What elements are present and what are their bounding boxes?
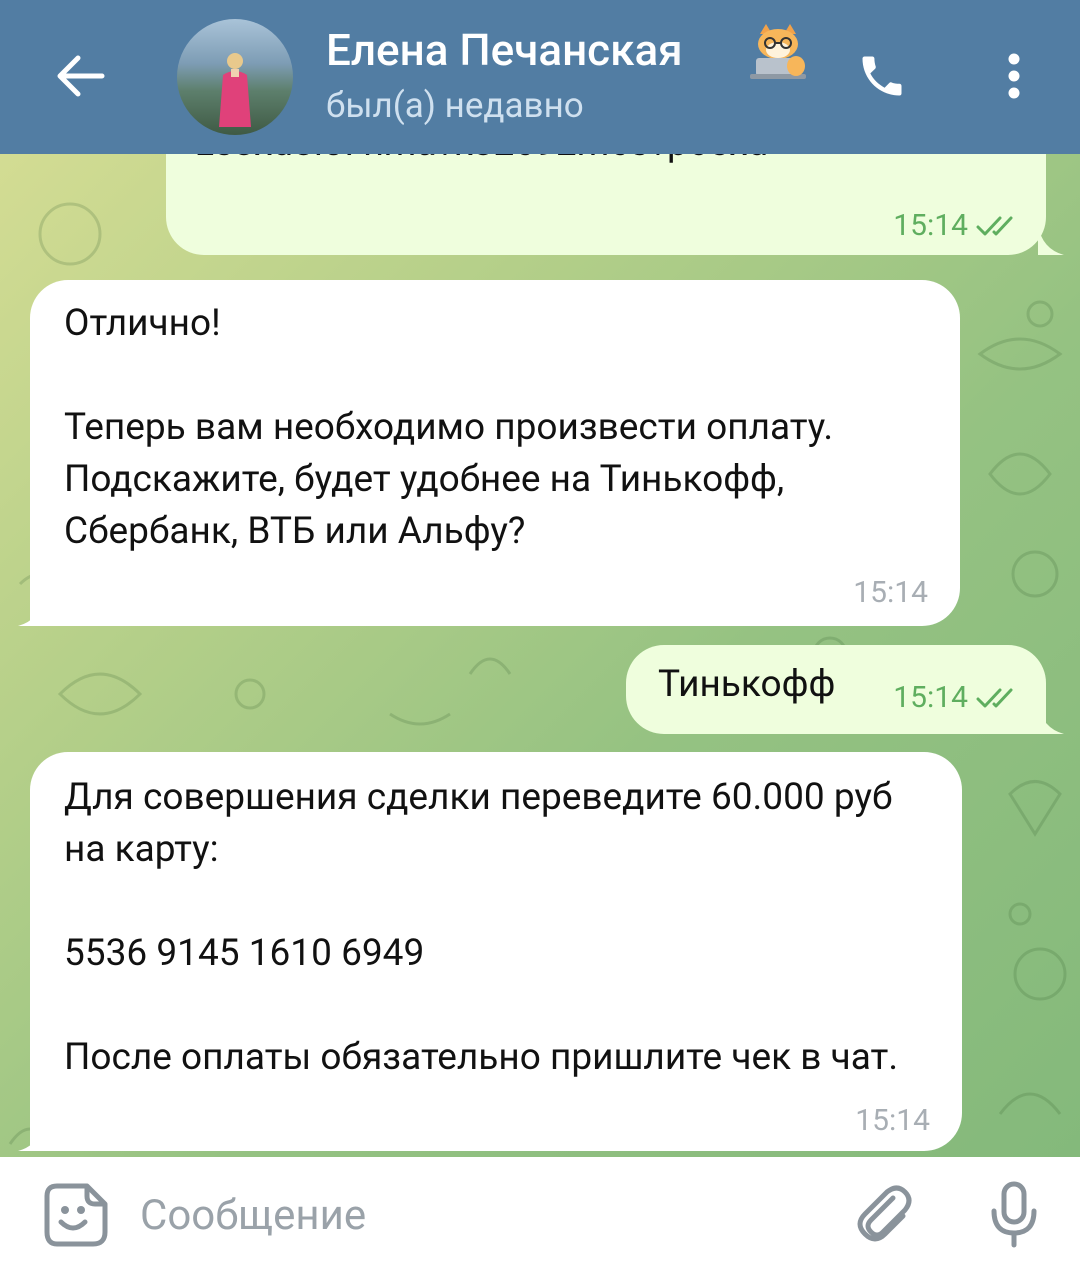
- message-time: 15:14: [893, 208, 968, 243]
- message-list[interactable]: zs8xd8le7nmavk82692m6svp65xd 15:14 Отлич…: [0, 154, 1080, 1157]
- message-time: 15:14: [853, 575, 928, 610]
- message-meta: 15:14: [855, 1104, 930, 1138]
- double-check-icon: [976, 688, 1013, 708]
- phone-icon: [862, 56, 902, 96]
- message-bubble-incoming[interactable]: Для совершения сделки переведите 60.000 …: [30, 752, 962, 1151]
- double-check-icon: [976, 216, 1013, 236]
- attach-button[interactable]: [848, 1179, 920, 1251]
- sticker-emoji-icon: [44, 1183, 108, 1247]
- call-button[interactable]: [846, 40, 918, 112]
- message-text: zs8xd8le7nmavk82692m6svp65xd: [196, 154, 768, 170]
- paperclip-icon: [857, 1185, 912, 1242]
- message-meta: 15:14: [893, 209, 1020, 243]
- arrow-left-icon: [57, 55, 105, 97]
- message-text: Тинькофф: [658, 663, 836, 706]
- microphone-icon: [991, 1181, 1037, 1248]
- message-text: Отлично! Теперь вам необходимо произвест…: [64, 302, 834, 553]
- message-meta: 15:14: [853, 576, 928, 610]
- back-button[interactable]: [44, 40, 116, 112]
- contact-name: Елена Печанская: [326, 24, 683, 76]
- message-bubble-incoming[interactable]: Отлично! Теперь вам необходимо произвест…: [30, 280, 960, 626]
- message-input[interactable]: [140, 1185, 800, 1245]
- bubble-tail: [18, 1121, 44, 1151]
- microphone-button[interactable]: [978, 1179, 1050, 1251]
- person-photo-icon: [219, 53, 251, 127]
- chat-title[interactable]: Елена Печанская был(а) недавно: [326, 22, 806, 128]
- cat-laptop-emoji-icon: [750, 24, 806, 79]
- emoji-button[interactable]: [40, 1179, 112, 1251]
- avatar[interactable]: [177, 19, 293, 135]
- message-bubble-outgoing[interactable]: Тинькофф 15:14: [626, 645, 1046, 734]
- contact-status: был(а) недавно: [326, 85, 584, 126]
- message-bubble-outgoing[interactable]: zs8xd8le7nmavk82692m6svp65xd 15:14: [166, 154, 1046, 255]
- chat-header: Елена Печанская был(а) недавно: [0, 0, 1080, 154]
- message-meta: 15:14: [893, 681, 1020, 715]
- more-menu-button[interactable]: [984, 40, 1044, 112]
- message-time: 15:14: [893, 680, 968, 715]
- more-vertical-icon: [1008, 53, 1020, 99]
- bubble-tail: [1038, 704, 1064, 734]
- message-time: 15:14: [855, 1103, 930, 1138]
- bubble-tail: [18, 596, 44, 626]
- composer-bar: [0, 1157, 1080, 1273]
- bubble-tail: [1038, 225, 1064, 255]
- message-text: Для совершения сделки переведите 60.000 …: [64, 776, 899, 1079]
